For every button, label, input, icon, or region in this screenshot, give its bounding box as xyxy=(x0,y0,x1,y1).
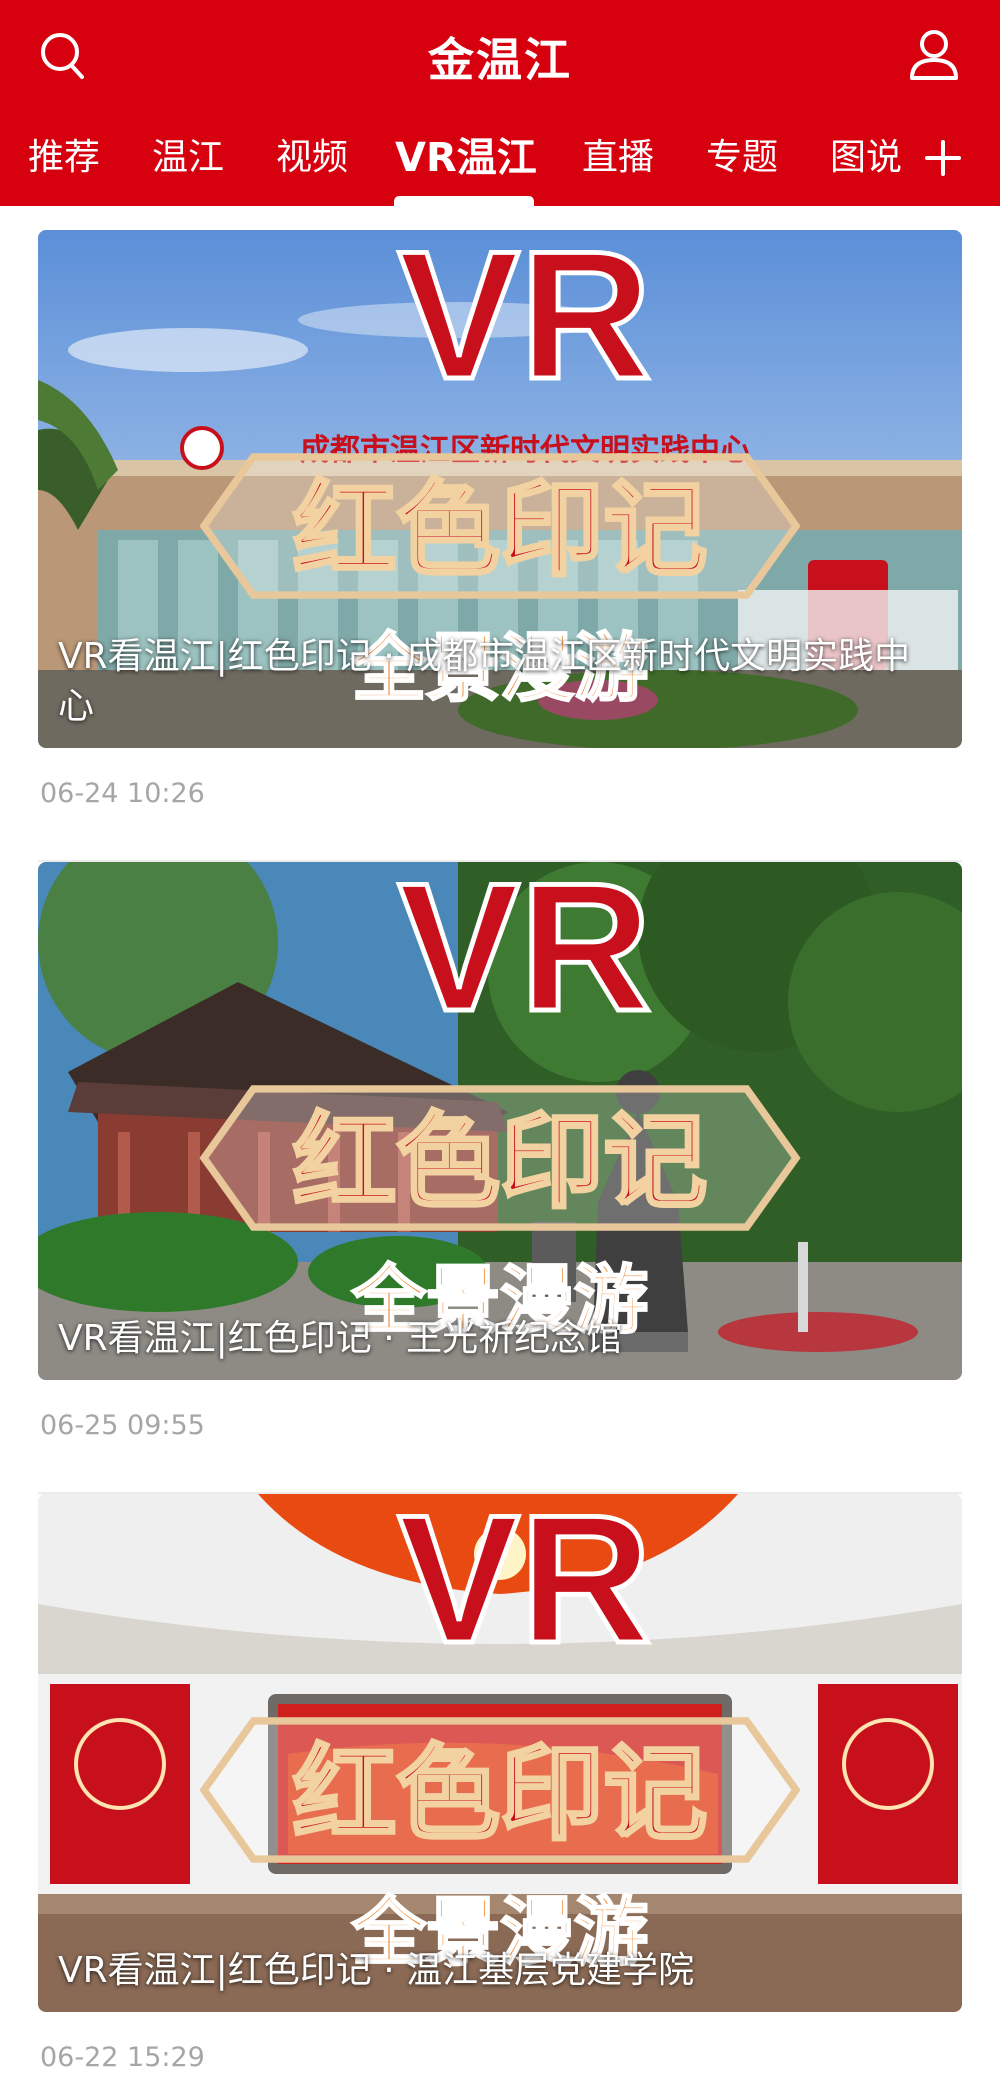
tab-live[interactable]: 直播 xyxy=(582,128,654,188)
channel-tabs: 推荐 温江 视频 VR温江 直播 专题 图说 xyxy=(0,128,1000,188)
active-tab-indicator xyxy=(394,196,534,206)
publish-time: 06-25 09:55 xyxy=(40,1410,205,1441)
news-title: VR看温江|红色印记 · 成都市温江区新时代文明实践中心 xyxy=(58,636,911,727)
news-title: VR看温江|红色印记 · 王光祈纪念馆 xyxy=(58,1318,623,1359)
publish-time: 06-24 10:26 xyxy=(40,778,205,809)
tab-recommend[interactable]: 推荐 xyxy=(28,128,100,188)
user-profile-button[interactable] xyxy=(904,24,964,84)
tab-video[interactable]: 视频 xyxy=(276,128,348,188)
add-channel-button[interactable] xyxy=(920,128,966,188)
tab-photo-stories[interactable]: 图说 xyxy=(830,128,902,188)
tab-vr-wenjiang[interactable]: VR温江 xyxy=(395,128,537,188)
news-thumbnail: VR 红色印记 全景漫游 VR看温江|红色印记 · 王光祈纪念馆 xyxy=(38,862,962,1380)
app-title: 金温江 xyxy=(428,33,572,87)
svg-text:红色印记: 红色印记 xyxy=(293,1734,707,1854)
svg-text:红色印记: 红色印记 xyxy=(293,1102,707,1222)
svg-text:红色印记: 红色印记 xyxy=(293,470,707,590)
app-header: 金温江 推荐 温江 视频 VR温江 直播 专题 图说 xyxy=(0,0,1000,206)
vr-red-imprint-badge: VR 红色印记 全景漫游 xyxy=(199,1494,801,1977)
news-thumbnail: VR 红色印记 全景漫游 VR看温江|红色印记 · 温江基层党建学院 xyxy=(38,1494,962,2012)
svg-text:VR: VR xyxy=(398,230,652,417)
plus-icon xyxy=(925,140,961,176)
news-thumbnail: 成都市温江区新时代文明实践中心 VR 红色印记 全景漫游 VR看温江|红色印记 … xyxy=(38,230,962,748)
tab-topics[interactable]: 专题 xyxy=(706,128,778,188)
publish-time: 06-22 15:29 xyxy=(40,2042,205,2073)
vr-red-imprint-badge: VR 红色印记 全景漫游 xyxy=(199,862,801,1345)
svg-text:VR: VR xyxy=(398,862,652,1049)
news-title: VR看温江|红色印记 · 温江基层党建学院 xyxy=(58,1950,695,1991)
svg-text:VR: VR xyxy=(398,1494,652,1681)
tab-wenjiang[interactable]: 温江 xyxy=(152,128,224,188)
user-icon xyxy=(910,30,958,80)
